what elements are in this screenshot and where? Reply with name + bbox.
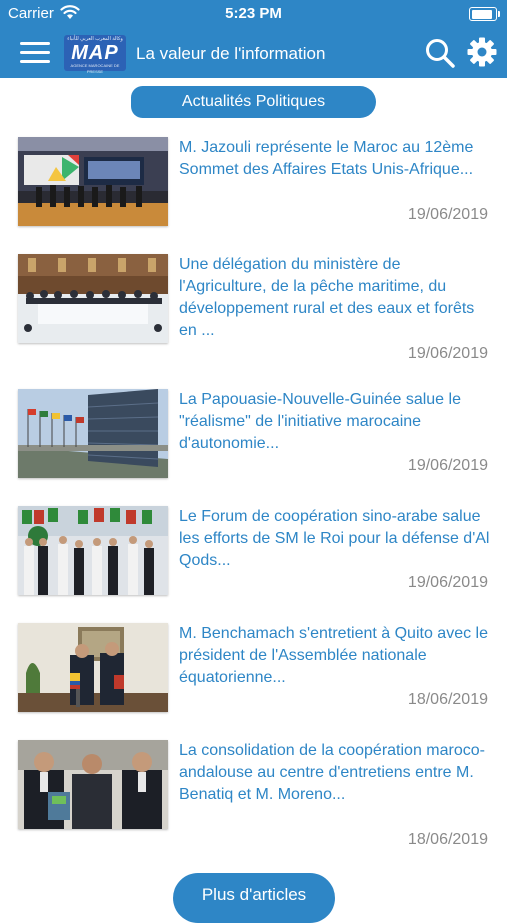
article-thumbnail	[18, 506, 168, 595]
category-tab[interactable]: Actualités Politiques	[131, 86, 376, 118]
logo-subtitle: AGENCE MAROCAINE DE PRESSE	[70, 63, 120, 74]
article-date: 18/06/2019	[407, 831, 488, 848]
article-title[interactable]: La consolidation de la coopération maroc…	[179, 740, 491, 806]
article-thumbnail	[18, 137, 168, 226]
article-date: 19/06/2019	[407, 345, 488, 362]
gear-icon[interactable]	[466, 36, 498, 68]
article-thumbnail	[18, 254, 168, 343]
status-bar: Carrier 5:23 PM	[0, 0, 507, 28]
article-date: 19/06/2019	[407, 457, 488, 474]
search-icon[interactable]	[424, 37, 456, 69]
article-date: 19/06/2019	[407, 574, 488, 591]
menu-icon[interactable]	[20, 42, 50, 64]
article-title[interactable]: Le Forum de coopération sino-arabe salue…	[179, 506, 491, 572]
logo-arabic-text: وكالة المغرب العربي للأنباء	[67, 36, 123, 42]
battery-level	[471, 9, 492, 19]
article-thumbnail	[18, 740, 168, 829]
article-thumbnail	[18, 389, 168, 478]
article-title[interactable]: M. Jazouli représente le Maroc au 12ème …	[179, 137, 491, 181]
logo-text: MAP	[71, 42, 119, 64]
map-logo: وكالة المغرب العربي للأنباء MAP AGENCE M…	[64, 35, 126, 74]
clock: 5:23 PM	[225, 5, 282, 22]
article-title[interactable]: M. Benchamach s'entretient à Quito avec …	[179, 623, 491, 689]
article-date: 18/06/2019	[407, 691, 488, 708]
article-title[interactable]: Une délégation du ministère de l'Agricul…	[179, 254, 491, 342]
article-title[interactable]: La Papouasie-Nouvelle-Guinée salue le "r…	[179, 389, 491, 455]
article-date: 19/06/2019	[407, 206, 488, 223]
article-thumbnail	[18, 623, 168, 712]
battery-icon	[469, 7, 500, 21]
page-title: La valeur de l'information	[136, 44, 326, 63]
navbar: وكالة المغرب العربي للأنباء MAP AGENCE M…	[0, 28, 507, 78]
more-articles-button[interactable]: Plus d'articles	[173, 873, 335, 923]
